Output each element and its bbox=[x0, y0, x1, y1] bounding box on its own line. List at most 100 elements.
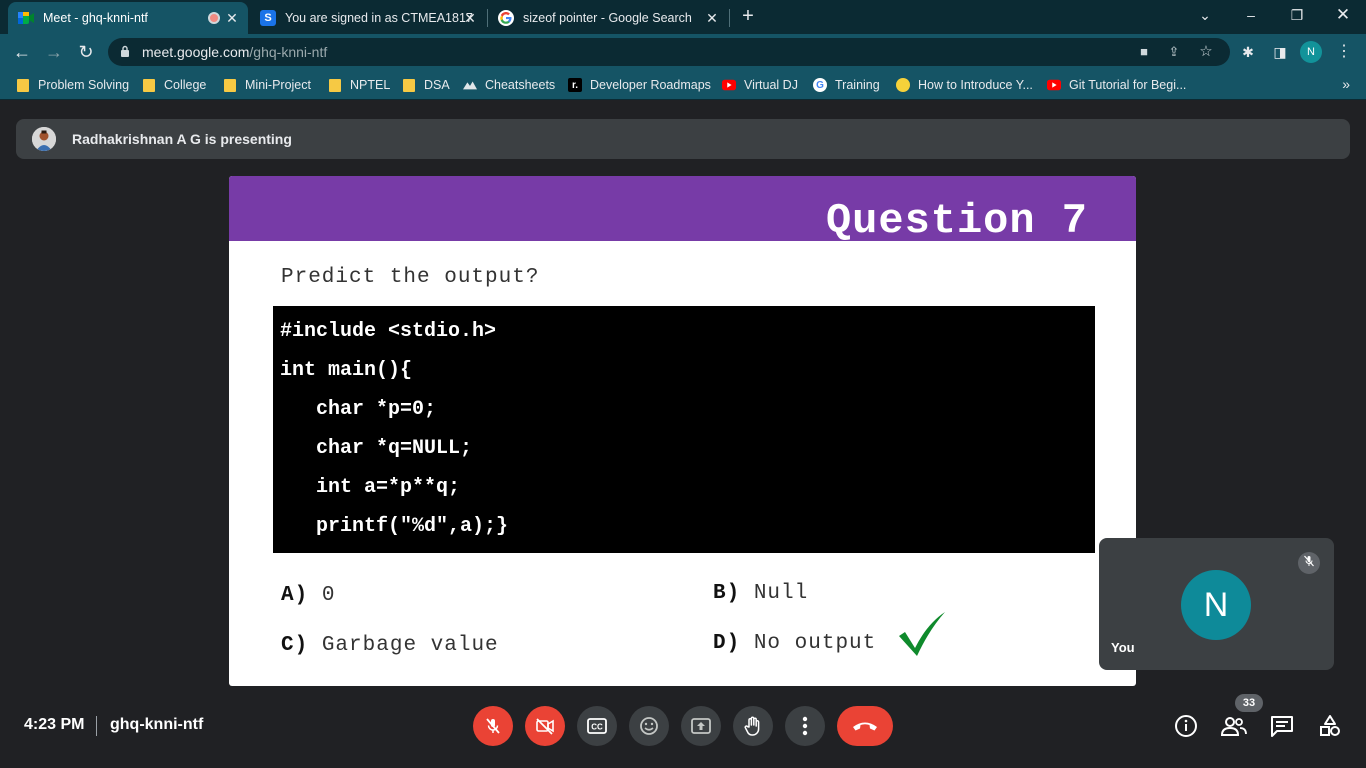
folder-icon bbox=[328, 78, 342, 92]
tab-search-chevron-icon[interactable]: ⌄ bbox=[1182, 0, 1228, 30]
mountain-icon bbox=[463, 78, 477, 92]
self-video-tile[interactable]: N You bbox=[1099, 538, 1334, 670]
roadmap-icon: r. bbox=[568, 78, 582, 92]
option-key: B) bbox=[713, 582, 741, 605]
microphone-toggle-button[interactable] bbox=[473, 706, 513, 746]
meet-icon bbox=[18, 10, 34, 26]
people-icon bbox=[1221, 717, 1247, 736]
youtube-icon bbox=[722, 78, 736, 92]
menu-icon[interactable]: ⋮ bbox=[1334, 42, 1354, 62]
people-button[interactable] bbox=[1221, 713, 1247, 739]
bookmark-label: How to Introduce Y... bbox=[918, 78, 1033, 92]
code-line: printf("%d",a);} bbox=[280, 515, 509, 538]
option-d: D) No output bbox=[713, 632, 876, 655]
url-text: meet.google.com/ghq-knni-ntf bbox=[142, 44, 327, 60]
activities-button[interactable] bbox=[1317, 713, 1343, 739]
bookmark-problem-solving[interactable]: Problem Solving bbox=[16, 76, 129, 94]
close-icon[interactable]: ✕ bbox=[704, 10, 720, 26]
meeting-details-button[interactable] bbox=[1173, 713, 1199, 739]
code-line: int main(){ bbox=[280, 359, 413, 382]
tab-google-search[interactable]: sizeof pointer - Google Search ✕ bbox=[488, 2, 728, 34]
tab-signed-in[interactable]: S You are signed in as CTMEA1817 ✕ bbox=[250, 2, 486, 34]
option-text: No output bbox=[753, 632, 877, 655]
bookmark-college[interactable]: College bbox=[142, 76, 206, 94]
address-bar[interactable]: meet.google.com/ghq-knni-ntf ■ ⇪ ☆ bbox=[108, 38, 1230, 66]
captions-button[interactable]: CC bbox=[577, 706, 617, 746]
close-window-button[interactable]: ✕ bbox=[1320, 0, 1366, 30]
self-label: You bbox=[1111, 640, 1135, 655]
bookmark-mini-project[interactable]: Mini-Project bbox=[223, 76, 311, 94]
minimize-button[interactable]: – bbox=[1228, 0, 1274, 30]
phone-hangup-icon bbox=[853, 722, 877, 731]
bookmark-training[interactable]: G Training bbox=[813, 76, 880, 94]
chat-button[interactable] bbox=[1269, 713, 1295, 739]
activities-icon bbox=[1320, 715, 1340, 736]
code-line: char *q=NULL; bbox=[280, 437, 473, 460]
bookmark-label: Problem Solving bbox=[38, 78, 130, 92]
presenter-banner: Radhakrishnan A G is presenting bbox=[16, 119, 1350, 159]
tab-title: Meet - ghq-knni-ntf bbox=[43, 11, 148, 25]
close-icon[interactable]: ✕ bbox=[462, 10, 478, 26]
emoji-icon bbox=[640, 717, 658, 735]
more-options-button[interactable] bbox=[785, 706, 825, 746]
bookmark-label: Virtual DJ bbox=[744, 78, 798, 92]
folder-icon bbox=[402, 78, 416, 92]
camera-off-icon bbox=[536, 718, 554, 735]
leave-call-button[interactable] bbox=[837, 706, 893, 746]
tab-title: You are signed in as CTMEA1817 bbox=[285, 11, 473, 25]
code-line: #include <stdio.h> bbox=[280, 320, 497, 343]
presenter-text: Radhakrishnan A G is presenting bbox=[72, 131, 292, 147]
self-avatar: N bbox=[1181, 570, 1251, 640]
captions-icon: CC bbox=[587, 718, 607, 734]
url-path: /ghq-knni-ntf bbox=[249, 44, 328, 60]
google-icon: G bbox=[813, 78, 827, 92]
close-icon[interactable]: ✕ bbox=[224, 10, 240, 26]
lock-icon bbox=[121, 45, 129, 57]
raise-hand-button[interactable] bbox=[733, 706, 773, 746]
bookmark-developer-roadmaps[interactable]: r. Developer Roadmaps bbox=[568, 76, 711, 94]
bookmark-nptel[interactable]: NPTEL bbox=[328, 76, 390, 94]
chat-icon bbox=[1271, 716, 1293, 737]
camera-icon[interactable]: ■ bbox=[1136, 44, 1152, 60]
side-panel-icon[interactable]: ◨ bbox=[1270, 42, 1290, 62]
profile-avatar[interactable]: N bbox=[1300, 41, 1322, 63]
bookmark-label: Git Tutorial for Begi... bbox=[1069, 78, 1187, 92]
recording-icon bbox=[208, 12, 220, 24]
info-icon bbox=[1175, 715, 1197, 737]
bookmark-how-to-introduce[interactable]: How to Introduce Y... bbox=[896, 76, 1033, 94]
yellow-circle-icon bbox=[896, 78, 910, 92]
reactions-button[interactable] bbox=[629, 706, 669, 746]
camera-toggle-button[interactable] bbox=[525, 706, 565, 746]
reload-button[interactable]: ↻ bbox=[74, 40, 98, 64]
tab-strip: Meet - ghq-knni-ntf ✕ S You are signed i… bbox=[0, 0, 1366, 34]
bookmark-git-tutorial[interactable]: Git Tutorial for Begi... bbox=[1047, 76, 1186, 94]
tab-title: sizeof pointer - Google Search bbox=[523, 11, 692, 25]
extensions-icon[interactable]: ✱ bbox=[1238, 42, 1258, 62]
tab-divider bbox=[729, 9, 730, 27]
s-logo-icon: S bbox=[260, 10, 276, 26]
mic-off-icon bbox=[1298, 552, 1320, 574]
present-screen-button[interactable] bbox=[681, 706, 721, 746]
question-prompt: Predict the output? bbox=[281, 266, 540, 289]
new-tab-button[interactable]: + bbox=[736, 5, 760, 29]
tab-meet[interactable]: Meet - ghq-knni-ntf ✕ bbox=[8, 2, 248, 34]
more-bookmarks-icon[interactable]: » bbox=[1342, 76, 1350, 92]
code-line: char *p=0; bbox=[280, 398, 437, 421]
back-button[interactable]: ← bbox=[10, 40, 34, 64]
url-host: meet.google.com bbox=[142, 44, 250, 60]
more-vert-icon bbox=[802, 716, 808, 736]
browser-toolbar: ← → ↻ meet.google.com/ghq-knni-ntf ■ ⇪ ☆… bbox=[0, 34, 1366, 70]
divider bbox=[96, 716, 97, 736]
bookmark-cheatsheets[interactable]: Cheatsheets bbox=[463, 76, 555, 94]
forward-button[interactable]: → bbox=[42, 40, 66, 64]
bookmark-star-icon[interactable]: ☆ bbox=[1198, 44, 1214, 60]
bookmark-label: Mini-Project bbox=[245, 78, 311, 92]
bookmark-virtual-dj[interactable]: Virtual DJ bbox=[722, 76, 798, 94]
option-text: Null bbox=[753, 582, 809, 605]
option-c: C) Garbage value bbox=[281, 634, 499, 657]
restore-button[interactable]: ❐ bbox=[1274, 0, 1320, 30]
code-line: int a=*p**q; bbox=[280, 476, 461, 499]
share-icon[interactable]: ⇪ bbox=[1166, 44, 1182, 60]
bookmark-dsa[interactable]: DSA bbox=[402, 76, 450, 94]
present-icon bbox=[691, 718, 711, 734]
